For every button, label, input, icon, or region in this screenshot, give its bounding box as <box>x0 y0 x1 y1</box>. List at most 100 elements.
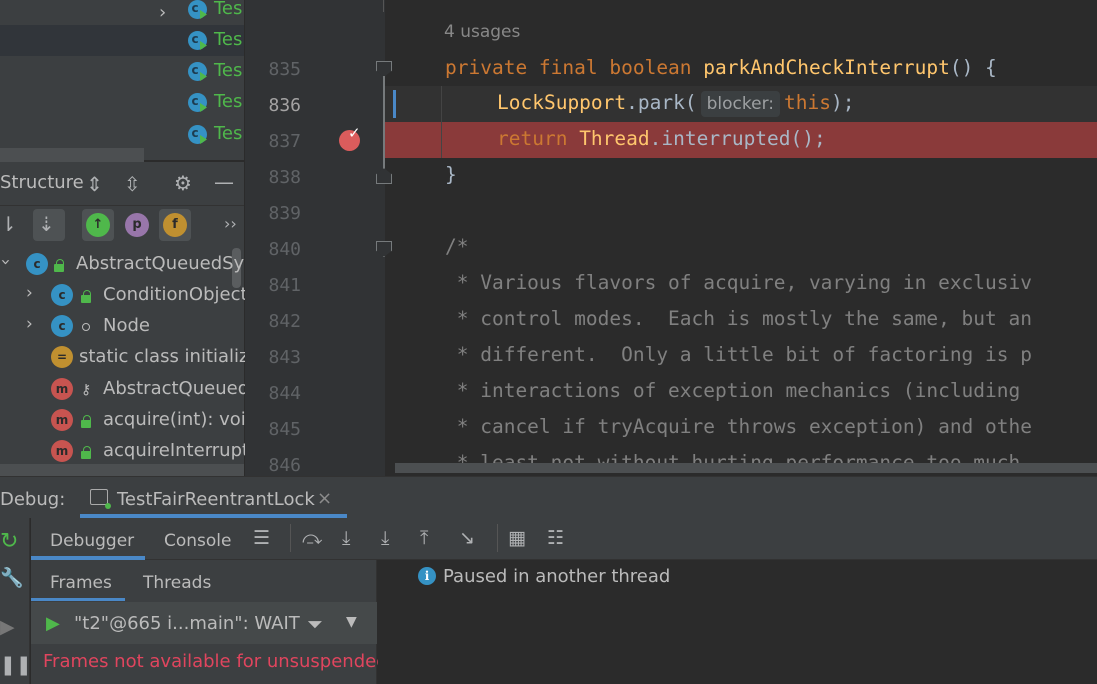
resume-icon[interactable]: ▶ <box>0 616 15 638</box>
line-number: 845 <box>268 419 301 440</box>
tab-frames[interactable]: Frames <box>50 573 112 593</box>
keyword: private final boolean <box>445 56 704 79</box>
debug-session-label: TestFairReentrantLock <box>117 489 315 510</box>
package-private-icon <box>82 323 90 331</box>
keyword: return <box>497 127 580 150</box>
running-dot-icon <box>105 503 111 509</box>
method-call: interrupted <box>661 127 791 150</box>
code-text: ( <box>684 91 697 114</box>
step-out-icon[interactable]: ⤒ <box>420 527 428 549</box>
parameter-hint: blocker: <box>700 91 780 117</box>
tree-item-selected[interactable]: c Tes <box>0 25 244 56</box>
tree-scrollbar[interactable] <box>0 148 144 162</box>
tree-item-label: Tes <box>214 29 243 50</box>
method-icon: m <box>51 378 73 400</box>
line-number: 842 <box>268 311 301 332</box>
initializer-icon: = <box>51 346 73 368</box>
chevron-down-icon[interactable]: › <box>0 259 15 266</box>
collapse-all-icon[interactable]: ⇳ <box>124 174 141 194</box>
step-over-icon[interactable]: ⤼ <box>302 527 322 549</box>
divider <box>497 524 498 552</box>
pause-icon[interactable]: ❚❚ <box>0 654 32 676</box>
properties-icon[interactable]: p <box>125 213 149 237</box>
thread-selector-label: "t2"@665 i...main": WAIT <box>74 613 300 634</box>
method-icon: m <box>51 409 73 431</box>
structure-item-label: AbstractQueuedSyr <box>76 253 252 274</box>
structure-hscrollbar[interactable] <box>0 464 244 476</box>
chevron-right-icon[interactable]: › <box>26 283 33 303</box>
method-call: park <box>637 91 685 114</box>
line-number: 837 <box>268 131 301 152</box>
code-line-842: * control modes. Each is mostly the same… <box>445 307 1032 330</box>
gear-icon[interactable]: ⚙ <box>174 173 192 193</box>
tree-item-label: Tes <box>214 0 243 19</box>
minimize-icon[interactable]: — <box>214 172 234 192</box>
structure-item[interactable]: m ⚷ AbstractQueued <box>0 374 249 405</box>
structure-item[interactable]: › c ConditionObject <box>0 280 248 311</box>
tree-item[interactable]: c Tes <box>0 87 244 118</box>
close-icon[interactable]: × <box>317 488 332 509</box>
sort-by-visibility-icon[interactable]: ⇂ <box>0 214 17 234</box>
class-icon: c <box>188 125 207 144</box>
class-icon: c <box>188 31 207 50</box>
tree-item[interactable]: c Tes <box>0 119 244 150</box>
menu-icon[interactable]: ☰ <box>253 527 270 549</box>
structure-item[interactable]: m acquireInterrupt <box>0 436 249 467</box>
lock-icon <box>81 446 91 459</box>
line-number: 843 <box>268 347 301 368</box>
tab-threads[interactable]: Threads <box>143 573 211 593</box>
more-icon[interactable]: ›› <box>224 214 237 234</box>
sort-alpha-icon: ⇣ <box>38 212 55 236</box>
line-number: 846 <box>268 455 301 476</box>
tree-item[interactable]: c Tes <box>0 56 244 87</box>
method-name: parkAndCheckInterrupt <box>703 56 950 79</box>
tab-console[interactable]: Console <box>164 531 232 551</box>
status-message: Paused in another thread <box>443 566 671 587</box>
code-text: . <box>649 127 662 150</box>
tree-item-label: Tes <box>214 91 243 112</box>
chevron-down-icon[interactable]: ▼ <box>346 614 357 630</box>
structure-item[interactable]: › c Node <box>0 311 244 342</box>
structure-item[interactable]: › c AbstractQueuedSyr <box>0 249 252 280</box>
editor-hscrollbar[interactable] <box>395 463 1097 473</box>
inherited-icon: ↑ <box>86 213 110 237</box>
fold-line <box>383 76 385 168</box>
usages-hint[interactable]: 4 usages <box>444 22 520 42</box>
class-icon: c <box>51 284 73 306</box>
code-line-835: private final boolean parkAndCheckInterr… <box>445 56 997 79</box>
structure-item[interactable]: = static class initialize <box>0 342 260 373</box>
chevron-right-icon[interactable]: › <box>26 314 33 334</box>
lock-icon <box>81 290 91 303</box>
divider <box>290 524 291 552</box>
expand-all-icon[interactable]: ⇕ <box>86 174 103 194</box>
code-text: ); <box>830 91 855 114</box>
code-line-840: /* <box>445 235 469 258</box>
tree-item[interactable]: c Tes <box>0 0 244 25</box>
rerun-icon[interactable]: ↻ <box>0 529 18 554</box>
line-number: 841 <box>268 275 301 296</box>
structure-item[interactable]: m acquire(int): voic <box>0 405 256 436</box>
code-line-844: * interactions of exception mechanics (i… <box>445 379 1032 402</box>
protected-icon: ⚷ <box>81 382 92 398</box>
step-into-icon[interactable]: ⤓ <box>342 527 350 549</box>
wrench-icon[interactable]: 🔧 <box>0 566 24 589</box>
line-number: 840 <box>268 239 301 260</box>
debug-label: Debug: <box>0 489 66 510</box>
structure-title: Structure <box>0 172 84 193</box>
structure-item-label: acquire(int): voic <box>103 409 256 430</box>
play-icon: ▶ <box>46 613 60 634</box>
code-line-836: LockSupport.park(blocker: this); <box>497 91 854 117</box>
keyword: this <box>784 91 831 114</box>
run-to-cursor-icon[interactable]: ↘ <box>459 527 475 549</box>
trace-icon[interactable]: ☷ <box>547 527 564 549</box>
force-step-into-icon[interactable]: ⤓ <box>381 527 389 549</box>
filter-icon[interactable]: ⏷ <box>307 612 323 636</box>
structure-item-label: AbstractQueued <box>103 378 250 399</box>
structure-item-label: static class initialize <box>79 346 260 367</box>
tab-debugger[interactable]: Debugger <box>50 531 134 551</box>
class-ref: Thread <box>579 127 650 150</box>
code-line-845: * cancel if tryAcquire throws exception)… <box>445 415 1032 438</box>
tree-item-label: Tes <box>214 123 243 144</box>
evaluate-icon[interactable]: ▦ <box>508 527 526 549</box>
class-icon: c <box>188 62 207 81</box>
